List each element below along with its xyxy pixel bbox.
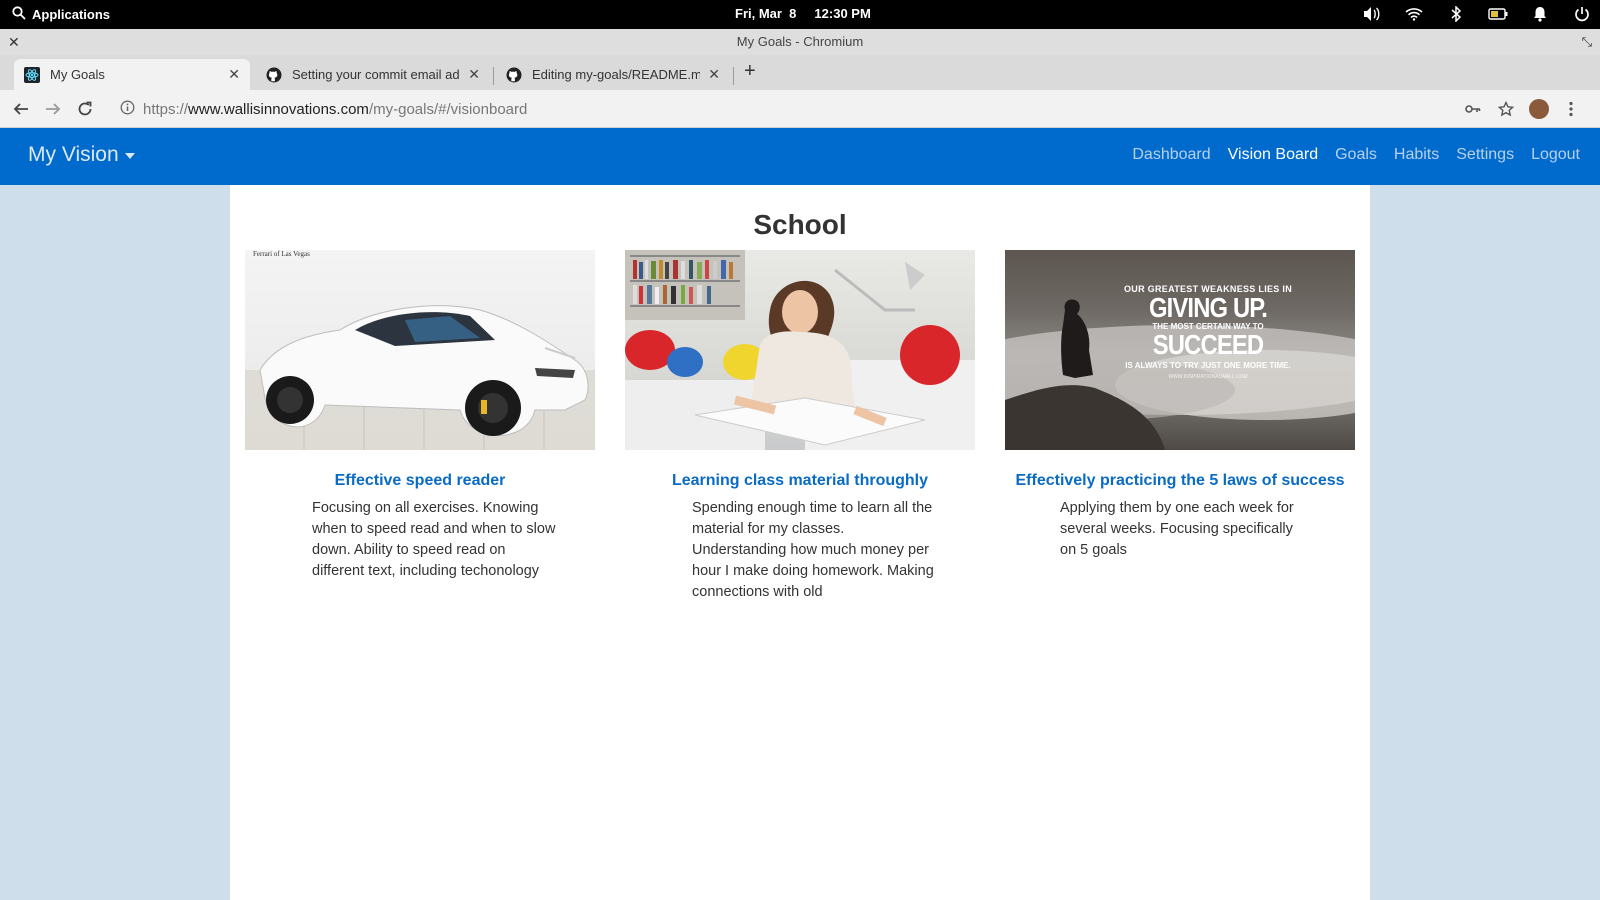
clock[interactable]: Fri, Mar 8 12:30 PM	[735, 6, 871, 21]
search-icon	[12, 6, 26, 23]
tab-commit-email[interactable]: Setting your commit email addr ✕	[256, 59, 490, 90]
tab-label: Editing my-goals/README.md a	[532, 67, 701, 82]
quote-emphasis: SUCCEED	[1152, 329, 1264, 360]
browser-toolbar: https://www.wallisinnovations.com/my-goa…	[0, 90, 1600, 128]
profile-avatar[interactable]	[1528, 98, 1550, 120]
quote-line: IS ALWAYS TO TRY JUST ONE MORE TIME.	[1125, 361, 1291, 370]
quote-text: OUR GREATEST WEAKNESS LIES IN GIVING UP.…	[1123, 284, 1293, 380]
app-navbar: My Vision Dashboard Vision Board Goals H…	[0, 128, 1600, 185]
reload-icon[interactable]	[74, 98, 96, 120]
clock-time: 12:30 PM	[814, 6, 871, 21]
quote-image: OUR GREATEST WEAKNESS LIES IN GIVING UP.…	[1005, 250, 1355, 450]
github-icon	[506, 67, 522, 83]
url-text: https://www.wallisinnovations.com/my-goa…	[143, 101, 527, 118]
student-image	[625, 250, 975, 450]
card-description: Spending enough time to learn all the ma…	[692, 500, 934, 600]
quote-emphasis: GIVING UP.	[1148, 292, 1268, 323]
tab-separator	[493, 67, 494, 85]
tab-label: My Goals	[50, 67, 105, 82]
card-description: Focusing on all exercises. Knowing when …	[312, 500, 556, 579]
bluetooth-icon[interactable]	[1446, 4, 1466, 24]
bookmark-star-icon[interactable]	[1495, 98, 1517, 120]
tab-close-icon[interactable]: ✕	[228, 66, 240, 83]
window-title: My Goals - Chromium	[736, 34, 864, 49]
url-host: www.wallisinnovations.com	[188, 101, 369, 118]
back-arrow-icon[interactable]	[10, 98, 32, 120]
power-icon[interactable]	[1572, 4, 1592, 24]
new-tab-plus-icon[interactable]: +	[744, 60, 756, 83]
tab-editing-readme[interactable]: Editing my-goals/README.md a ✕	[496, 59, 730, 90]
card-title[interactable]: Learning class material throughly	[625, 472, 975, 490]
card-description: Applying them by one each week for sever…	[1060, 500, 1294, 558]
volume-icon[interactable]	[1362, 4, 1382, 24]
vision-board-panel: School Ferrari of Las Vegas Effective sp…	[230, 185, 1370, 900]
window-restore-icon[interactable]: ⤡	[1582, 29, 1592, 55]
tab-strip: My Goals ✕ Setting your commit email add…	[0, 55, 1600, 90]
tab-separator	[733, 67, 734, 85]
nav-dashboard[interactable]: Dashboard	[1132, 146, 1210, 164]
student-illustration	[625, 250, 975, 450]
menu-kebab-icon[interactable]	[1560, 98, 1582, 120]
tab-my-goals[interactable]: My Goals ✕	[14, 59, 250, 90]
card-title[interactable]: Effectively practicing the 5 laws of suc…	[1005, 472, 1355, 490]
caret-down-icon	[124, 153, 135, 159]
github-icon	[266, 67, 282, 83]
car-illustration	[259, 305, 589, 437]
applications-menu[interactable]: Applications	[12, 6, 110, 23]
tab-label: Setting your commit email addr	[292, 67, 461, 82]
vision-card: Learning class material throughly Spendi…	[625, 250, 975, 603]
nav-logout[interactable]: Logout	[1531, 146, 1580, 164]
address-bar[interactable]: https://www.wallisinnovations.com/my-goa…	[120, 100, 527, 119]
vision-card: OUR GREATEST WEAKNESS LIES IN GIVING UP.…	[1005, 250, 1355, 561]
nav-settings[interactable]: Settings	[1456, 146, 1514, 164]
brand-dropdown[interactable]: My Vision	[28, 143, 135, 167]
applications-label: Applications	[32, 7, 111, 22]
tab-close-icon[interactable]: ✕	[708, 66, 720, 83]
clock-date: Fri, Mar 8	[735, 6, 797, 21]
avatar	[1529, 99, 1549, 119]
nav-vision-board[interactable]: Vision Board	[1228, 146, 1318, 164]
card-title[interactable]: Effective speed reader	[245, 472, 595, 490]
notification-bell-icon[interactable]	[1530, 4, 1550, 24]
vision-card: Ferrari of Las Vegas Effective speed rea…	[245, 250, 595, 582]
nav-habits[interactable]: Habits	[1394, 146, 1439, 164]
url-scheme: https://	[143, 101, 189, 118]
react-icon	[24, 66, 40, 83]
section-title: School	[753, 209, 847, 240]
key-icon[interactable]	[1462, 98, 1484, 120]
info-icon[interactable]	[120, 100, 135, 119]
os-top-bar: Applications Fri, Mar 8 12:30 PM	[0, 0, 1600, 29]
battery-icon[interactable]	[1488, 4, 1508, 24]
car-image: Ferrari of Las Vegas	[245, 250, 595, 450]
system-tray	[1362, 4, 1592, 24]
tab-close-icon[interactable]: ✕	[468, 66, 480, 83]
wifi-icon[interactable]	[1404, 4, 1424, 24]
window-title-bar: ✕ My Goals - Chromium ⤡	[0, 29, 1600, 55]
quote-source: WWW.INSPIRATIONALWALL.COM	[1168, 374, 1248, 380]
window-close-icon[interactable]: ✕	[8, 29, 20, 55]
brand-label: My Vision	[28, 143, 119, 166]
nav-links: Dashboard Vision Board Goals Habits Sett…	[1132, 146, 1580, 164]
forward-arrow-icon[interactable]	[42, 98, 64, 120]
nav-goals[interactable]: Goals	[1335, 146, 1377, 164]
url-path: /my-goals/#/visionboard	[368, 101, 528, 118]
